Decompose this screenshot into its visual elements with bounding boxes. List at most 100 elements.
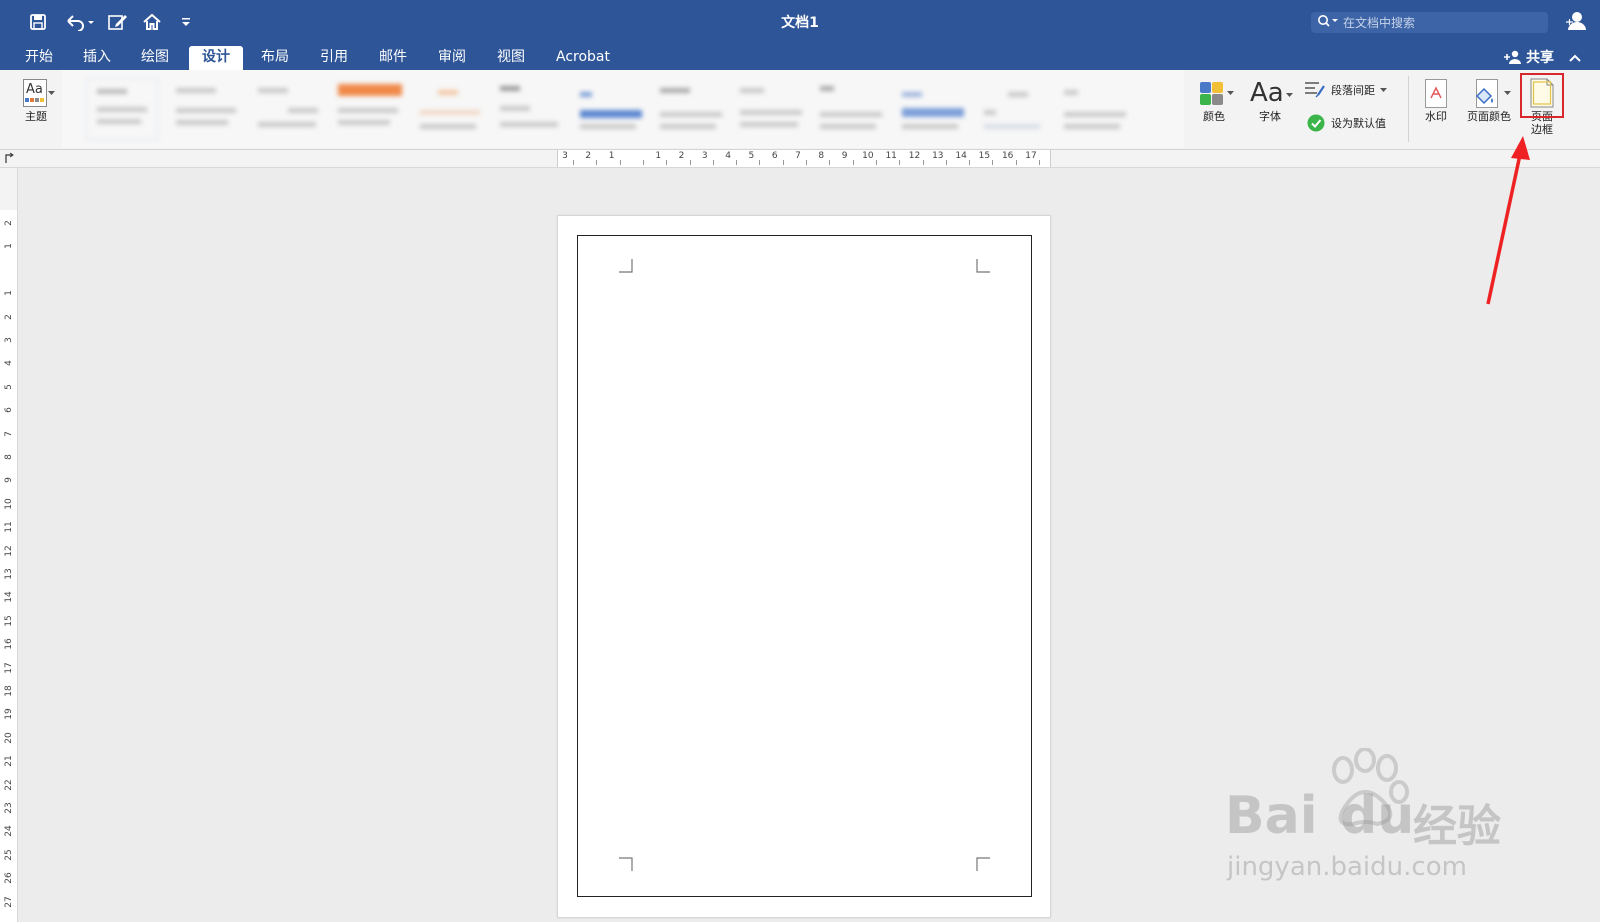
ruler-number: 13: [932, 151, 944, 161]
page-color-button[interactable]: 页面颜色: [1462, 78, 1516, 123]
paw-logo-icon: [1332, 748, 1409, 827]
style-thumbnail[interactable]: [896, 78, 968, 140]
style-thumbnail[interactable]: [1058, 78, 1130, 140]
ruler-number: 2: [585, 151, 592, 161]
style-thumbnail[interactable]: [814, 78, 886, 140]
theme-button[interactable]: Aa 主题: [12, 78, 60, 123]
ruler-number: 3: [562, 151, 568, 161]
ruler-tick: [1015, 160, 1017, 165]
search-box[interactable]: [1311, 12, 1548, 33]
ruler-number: 2: [4, 313, 14, 320]
colors-icon: [1194, 78, 1234, 110]
ruler-number: 8: [818, 151, 825, 161]
ruler-number: 9: [841, 151, 848, 161]
ruler-number: 14: [4, 591, 14, 604]
crop-mark: [976, 259, 990, 273]
home-icon[interactable]: [140, 10, 164, 34]
account-icon[interactable]: [1565, 10, 1587, 36]
ruler-tick: [782, 160, 784, 165]
style-thumbnail[interactable]: [334, 78, 406, 140]
undo-icon[interactable]: [62, 10, 96, 34]
search-input[interactable]: [1343, 15, 1533, 30]
ruler-tick: [759, 160, 761, 165]
ruler-number: 11: [885, 151, 897, 161]
tab-mailings[interactable]: 邮件: [368, 46, 418, 70]
ruler-number: 6: [771, 151, 778, 161]
fonts-button[interactable]: Aa 字体: [1246, 78, 1294, 123]
tab-draw[interactable]: 绘图: [130, 46, 180, 70]
style-thumbnail[interactable]: [978, 78, 1050, 140]
ribbon-tabs: 开始 插入 绘图 设计 布局 引用 邮件 审阅 视图 Acrobat 共享: [0, 44, 1600, 70]
ruler-tick: [1039, 160, 1040, 165]
ruler-number: 18: [4, 685, 14, 697]
style-thumbnail[interactable]: [574, 78, 646, 140]
ruler-number: 7: [4, 430, 14, 437]
ruler-tick: [619, 160, 621, 165]
colors-label: 颜色: [1203, 110, 1225, 123]
collapse-ribbon-icon[interactable]: [1568, 49, 1582, 68]
ruler-number: 2: [4, 220, 14, 226]
ruler-tick: [573, 160, 574, 165]
tab-home[interactable]: 开始: [14, 46, 64, 70]
style-thumbnail[interactable]: [170, 78, 242, 140]
watermark-icon: [1421, 78, 1451, 110]
page-borders-label-line2: 边框: [1531, 123, 1553, 136]
ruler-number: 10: [862, 151, 874, 161]
ruler-number: 7: [795, 151, 801, 161]
watermark-label: 水印: [1425, 110, 1447, 123]
tab-review[interactable]: 审阅: [427, 46, 477, 70]
ruler-number: 10: [4, 498, 14, 510]
ruler-tick: [852, 160, 854, 165]
share-button[interactable]: 共享: [1504, 47, 1554, 67]
document-page[interactable]: [557, 215, 1051, 918]
ruler-number: 2: [678, 151, 685, 161]
ruler-tick: [596, 160, 598, 165]
horizontal-ruler[interactable]: 3 2 1 1 2 3 4 5 6 7 8 9 10 11 12 13 14 15 16 17: [0, 150, 1600, 168]
watermark-brand: Bai: [1225, 786, 1318, 846]
ruler-number: 15: [4, 615, 14, 627]
design-ribbon: Aa 主题 颜色 Aa 字体 段落间距 设为默认值 水印 页面颜色 页面 边框: [0, 70, 1600, 150]
save-icon[interactable]: [26, 10, 50, 34]
ruler-number: 12: [908, 151, 921, 161]
watermark-button[interactable]: 水印: [1416, 78, 1456, 123]
style-thumbnail[interactable]: [252, 78, 324, 140]
watermark-brand-tail: du: [1340, 786, 1415, 846]
set-default-button[interactable]: 设为默认值: [1307, 114, 1386, 132]
style-thumbnail[interactable]: [654, 78, 726, 140]
colors-button[interactable]: 颜色: [1190, 78, 1238, 123]
tab-stop-icon[interactable]: [4, 152, 14, 164]
style-thumbnail[interactable]: [414, 78, 486, 140]
ruler-tick: [969, 160, 971, 165]
checkmark-icon: [1307, 114, 1325, 132]
style-set-gallery[interactable]: [62, 70, 1184, 148]
tab-layout[interactable]: 布局: [250, 46, 300, 70]
tab-view[interactable]: 视图: [486, 46, 536, 70]
customize-toolbar-icon[interactable]: [178, 10, 194, 34]
style-thumbnail[interactable]: [86, 78, 158, 140]
watermark-url: jingyan.baidu.com: [1227, 852, 1467, 882]
ruler-number: 16: [4, 638, 14, 650]
ruler-number: 15: [978, 151, 991, 161]
ruler-number: 26: [4, 872, 14, 884]
ruler-number: 5: [4, 383, 14, 390]
ruler-number: 14: [955, 151, 967, 161]
ruler-tick: [875, 160, 877, 165]
theme-icon: Aa: [19, 78, 55, 110]
tab-acrobat[interactable]: Acrobat: [548, 46, 618, 70]
edit-document-icon[interactable]: [106, 10, 130, 34]
share-label: 共享: [1526, 50, 1554, 66]
ruler-number: 8: [4, 454, 14, 460]
ruler-number: 12: [4, 544, 14, 557]
fonts-icon: Aa: [1248, 78, 1293, 110]
vertical-ruler[interactable]: 2 1 1 2 3 4 5 6 7 8 9 10 11 12 13 14 15 16 17 18 19 20 21 22 23 2…: [0, 168, 18, 922]
tab-insert[interactable]: 插入: [72, 46, 122, 70]
ruler-number: 17: [4, 661, 14, 674]
paragraph-spacing-button[interactable]: 段落间距: [1304, 81, 1387, 99]
style-thumbnail[interactable]: [494, 78, 566, 140]
tab-references[interactable]: 引用: [309, 46, 359, 70]
tab-design[interactable]: 设计: [189, 46, 243, 70]
watermark-cn: 经验: [1413, 801, 1501, 852]
style-thumbnail[interactable]: [734, 78, 806, 140]
ruler-number: 1: [655, 151, 662, 161]
page-color-icon: [1466, 78, 1512, 110]
